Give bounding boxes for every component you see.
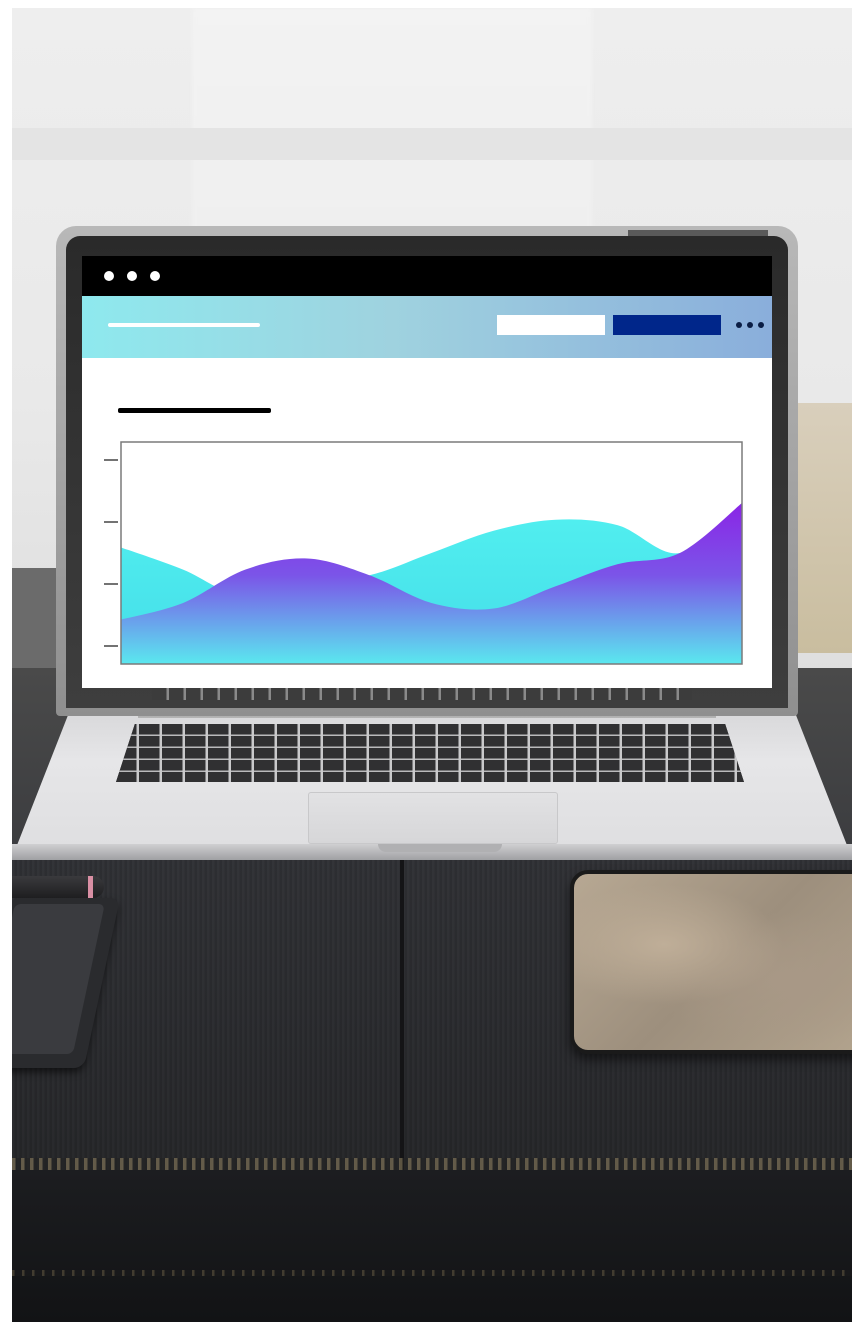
app-screen bbox=[82, 256, 772, 688]
table-edge bbox=[12, 1158, 852, 1170]
laptop-trackpad bbox=[308, 792, 558, 844]
pen bbox=[12, 876, 104, 898]
pen-band bbox=[88, 876, 93, 898]
phone-screen bbox=[12, 904, 105, 1054]
laptop-front-notch bbox=[378, 844, 502, 852]
background-band bbox=[12, 128, 852, 160]
area-chart bbox=[104, 441, 743, 665]
mousepad bbox=[570, 870, 852, 1054]
table-edge-lower bbox=[12, 1270, 852, 1276]
table-front bbox=[12, 1170, 852, 1322]
laptop-keyboard-rows bbox=[116, 724, 744, 782]
photo-scene bbox=[12, 8, 852, 1322]
background-shelf bbox=[792, 403, 852, 653]
keyboard-reflection bbox=[152, 686, 692, 700]
